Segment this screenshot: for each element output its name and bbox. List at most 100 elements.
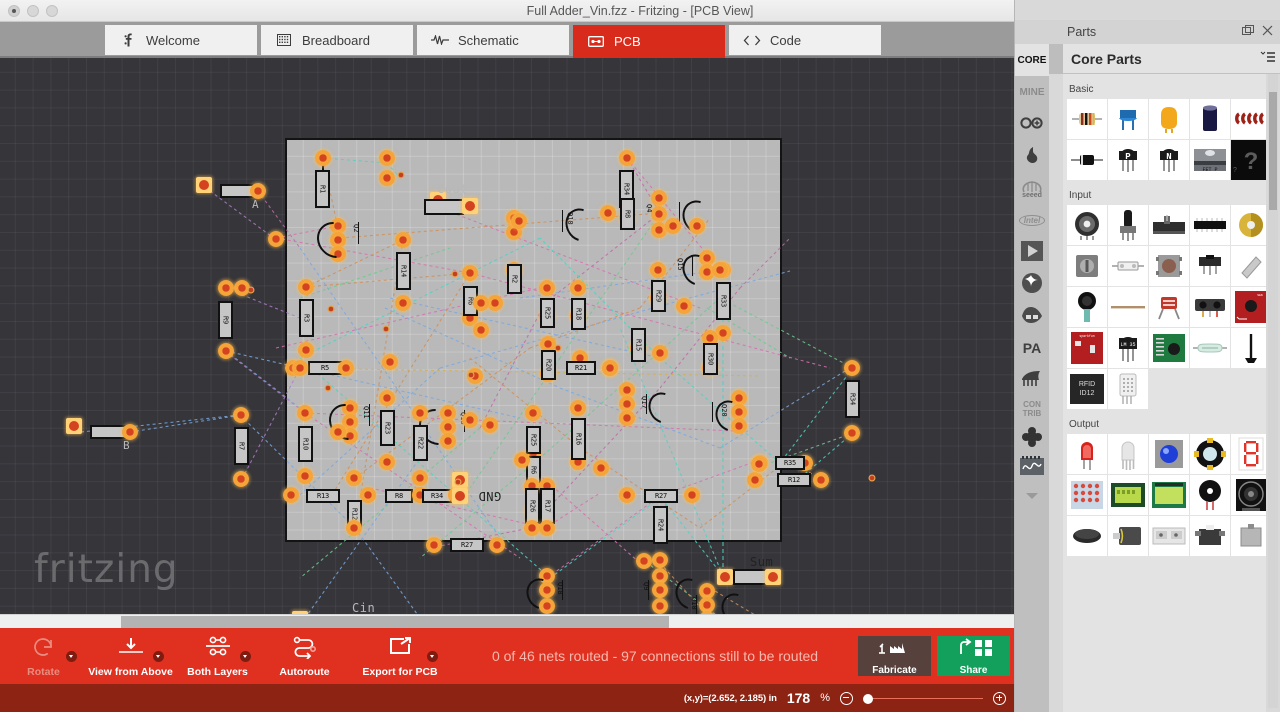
pad[interactable]: [482, 417, 498, 433]
pad[interactable]: [330, 424, 346, 440]
component-silkscreen[interactable]: R15: [631, 328, 646, 362]
pad[interactable]: [462, 198, 478, 214]
pad[interactable]: [268, 231, 284, 247]
part-ir-proximity-sensor[interactable]: [1190, 287, 1230, 327]
pad[interactable]: [395, 232, 411, 248]
bin-scroll-down[interactable]: [1015, 480, 1049, 512]
part-servo-motor[interactable]: [1190, 516, 1230, 556]
chevron-down-icon[interactable]: [427, 651, 438, 662]
zoom-in-button[interactable]: [993, 692, 1006, 705]
part-temperature-sensor[interactable]: LM 35: [1108, 328, 1148, 368]
part-dc-motor[interactable]: [1108, 516, 1148, 556]
bin-menu-icon[interactable]: [1259, 51, 1275, 66]
zoom-out-button[interactable]: [840, 692, 853, 705]
component-silkscreen[interactable]: R2: [507, 264, 522, 294]
part-mystery-part[interactable]: ? ?: [1231, 140, 1266, 180]
part-seven-segment-display[interactable]: [1231, 434, 1266, 474]
part-humidity-sensor[interactable]: [1108, 369, 1148, 409]
part-pushbutton[interactable]: [1149, 246, 1189, 286]
component-silkscreen[interactable]: R25: [540, 298, 555, 328]
arduino-bin[interactable]: [1015, 108, 1049, 140]
part-pnp-transistor[interactable]: P: [1108, 140, 1148, 180]
pad[interactable]: [487, 295, 503, 311]
part-slide-potentiometer[interactable]: [1149, 205, 1189, 245]
part-rotary-encoder[interactable]: [1067, 246, 1107, 286]
component-silkscreen[interactable]: R22: [413, 425, 428, 461]
component-silkscreen[interactable]: R13: [306, 489, 340, 503]
pad[interactable]: [514, 452, 530, 468]
sparkfun-bin[interactable]: [1015, 140, 1049, 172]
tab-code[interactable]: Code: [729, 25, 881, 55]
pad[interactable]: [524, 520, 540, 536]
pad[interactable]: [452, 271, 459, 278]
intel-bin[interactable]: Intel: [1015, 204, 1049, 236]
pad[interactable]: [652, 552, 668, 568]
close-icon[interactable]: [1262, 25, 1273, 39]
zoom-slider-knob[interactable]: [863, 694, 873, 704]
part-dip-switch[interactable]: [1190, 205, 1230, 245]
view-from-above-button[interactable]: View from Above: [87, 628, 174, 684]
fabricate-button[interactable]: Fabricate: [858, 636, 931, 676]
share-button[interactable]: Share: [937, 636, 1010, 676]
component-silkscreen[interactable]: R25: [526, 426, 541, 454]
component-silkscreen[interactable]: R8: [620, 198, 635, 230]
part-rgb-led[interactable]: [1108, 434, 1148, 474]
pad[interactable]: [619, 150, 635, 166]
pad[interactable]: [765, 569, 781, 585]
pad[interactable]: [489, 537, 505, 553]
pad[interactable]: [338, 360, 354, 376]
adafruit-bin[interactable]: [1015, 422, 1049, 454]
pcb-canvas[interactable]: A B R1 R34 R9 R7 R34: [0, 58, 1014, 614]
pad[interactable]: [379, 454, 395, 470]
pad[interactable]: [570, 400, 586, 416]
component-silkscreen[interactable]: R8: [385, 489, 413, 503]
part-rotary-potentiometer[interactable]: [1067, 205, 1107, 245]
part-mosfet[interactable]: FET P: [1190, 140, 1230, 180]
component-silkscreen[interactable]: [424, 199, 464, 215]
pad[interactable]: [233, 407, 249, 423]
part-stepper-motor[interactable]: [1231, 516, 1266, 556]
both-layers-button[interactable]: Both Layers: [174, 628, 261, 684]
component-silkscreen[interactable]: R27: [644, 489, 678, 503]
pad[interactable]: [525, 405, 541, 421]
shield-bin[interactable]: [1015, 300, 1049, 332]
pad[interactable]: [747, 472, 763, 488]
pad[interactable]: [462, 265, 478, 281]
component-silkscreen[interactable]: R1: [315, 170, 330, 208]
component-silkscreen[interactable]: R26: [525, 488, 540, 524]
pad[interactable]: [636, 553, 652, 569]
part-blue-led-module[interactable]: [1149, 434, 1189, 474]
part-electrolytic-capacitor[interactable]: [1190, 99, 1230, 139]
parts-grid[interactable]: Basic: [1063, 74, 1266, 712]
pad[interactable]: [298, 342, 314, 358]
part-antenna[interactable]: [1231, 328, 1266, 368]
pad[interactable]: [346, 520, 362, 536]
pad[interactable]: [651, 190, 667, 206]
component-silkscreen[interactable]: R35: [775, 456, 805, 470]
part-tilt-switch[interactable]: [1108, 246, 1148, 286]
seeed-bin[interactable]: seeed: [1015, 172, 1049, 204]
core-bin[interactable]: CORE: [1015, 44, 1049, 76]
part-trimmer-potentiometer[interactable]: [1108, 205, 1148, 245]
pad[interactable]: [398, 172, 405, 179]
pad[interactable]: [593, 460, 609, 476]
pad[interactable]: [619, 410, 635, 426]
parts-scrollbar[interactable]: [1268, 74, 1278, 708]
pad[interactable]: [473, 295, 489, 311]
part-accelerometer-board[interactable]: SEN: [1231, 287, 1266, 327]
undock-icon[interactable]: [1242, 25, 1254, 39]
pad[interactable]: [652, 598, 668, 614]
pad[interactable]: [619, 487, 635, 503]
component-silkscreen[interactable]: R21: [566, 361, 596, 375]
part-piezo-buzzer[interactable]: [1231, 205, 1266, 245]
pad[interactable]: [196, 177, 212, 193]
zoom-slider[interactable]: [863, 692, 983, 705]
chevron-down-icon[interactable]: [240, 651, 251, 662]
pad[interactable]: [712, 262, 728, 278]
pad[interactable]: [379, 150, 395, 166]
component-silkscreen[interactable]: R16: [571, 418, 586, 460]
pad[interactable]: [844, 425, 860, 441]
pad[interactable]: [360, 487, 376, 503]
pad[interactable]: [292, 360, 308, 376]
signal-generator-bin[interactable]: [1015, 454, 1049, 480]
